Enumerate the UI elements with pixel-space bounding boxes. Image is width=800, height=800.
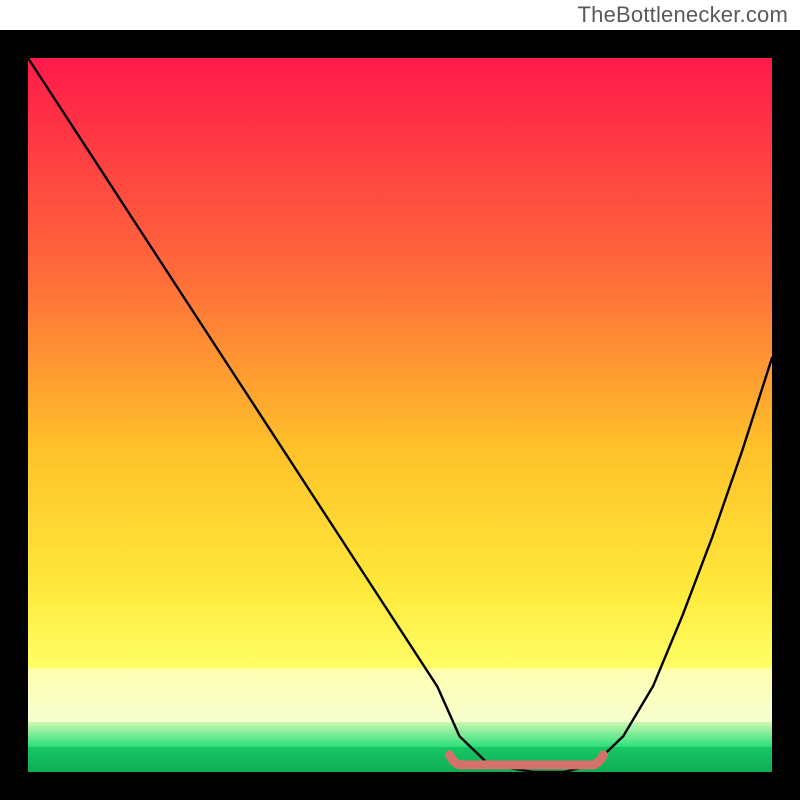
bottleneck-chart: [0, 0, 800, 800]
chart-container: TheBottlenecker.com: [0, 0, 800, 800]
attribution-label: TheBottlenecker.com: [578, 2, 788, 28]
